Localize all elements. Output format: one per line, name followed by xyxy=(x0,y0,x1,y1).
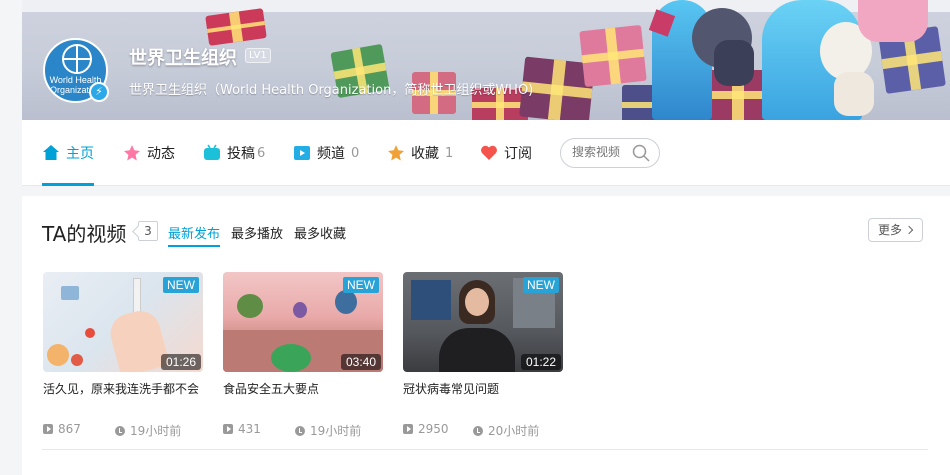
user-signature: 世界卫生组织（World Health Organization，简称世卫组织或… xyxy=(129,83,534,98)
tab-uploads[interactable]: 投稿 6 xyxy=(203,120,265,186)
more-label: 更多 xyxy=(878,223,903,237)
new-badge: NEW xyxy=(163,277,199,293)
channel-icon xyxy=(293,144,311,162)
video-duration: 01:26 xyxy=(160,354,201,370)
verified-badge-icon: ⚡ xyxy=(89,82,109,102)
sort-latest[interactable]: 最新发布 xyxy=(168,223,221,247)
section-divider xyxy=(42,449,928,450)
search-box xyxy=(560,138,660,168)
play-icon xyxy=(223,424,233,434)
videos-panel: TA的视频 3 最新发布 最多播放 最多收藏 更多 NEW 01:26 活久见，… xyxy=(22,196,950,475)
play-count: 2950 xyxy=(403,422,449,436)
favorite-icon xyxy=(387,144,405,162)
new-badge: NEW xyxy=(343,277,379,293)
search-icon[interactable] xyxy=(632,144,650,162)
tab-uploads-count: 6 xyxy=(257,145,266,161)
video-title[interactable]: 活久见，原来我连洗手都不会 xyxy=(43,380,199,397)
upload-time-value: 19小时前 xyxy=(310,424,362,438)
new-badge: NEW xyxy=(523,277,559,293)
play-count-value: 2950 xyxy=(418,422,449,436)
video-card[interactable]: NEW 01:26 活久见，原来我连洗手都不会 867 19小时前 xyxy=(43,272,203,438)
upload-time-value: 20小时前 xyxy=(488,424,540,438)
chevron-right-icon xyxy=(904,225,914,235)
tab-home[interactable]: 主页 xyxy=(42,120,94,186)
play-count-value: 431 xyxy=(238,422,261,436)
video-thumbnail[interactable]: NEW 01:22 xyxy=(403,272,563,372)
tab-favorites[interactable]: 收藏 1 xyxy=(387,120,453,186)
subscribe-icon xyxy=(480,144,498,162)
sort-most-played[interactable]: 最多播放 xyxy=(231,223,283,242)
tab-dynamic[interactable]: 动态 xyxy=(123,120,175,186)
video-count-badge: 3 xyxy=(138,221,158,241)
upload-time: 20小时前 xyxy=(473,422,539,439)
video-card[interactable]: NEW 03:40 食品安全五大要点 431 19小时前 xyxy=(223,272,383,438)
tab-uploads-label: 投稿 xyxy=(227,146,255,162)
level-badge: LV1 xyxy=(245,48,271,63)
play-count-value: 867 xyxy=(58,422,81,436)
user-name: 世界卫生组织 xyxy=(129,48,237,69)
play-count: 431 xyxy=(223,422,261,436)
clock-icon xyxy=(295,425,305,436)
upload-time-value: 19小时前 xyxy=(130,424,182,438)
sort-most-favorited[interactable]: 最多收藏 xyxy=(294,223,346,242)
tab-channels[interactable]: 频道 0 xyxy=(293,120,359,186)
more-button[interactable]: 更多 xyxy=(868,218,923,242)
video-thumbnail[interactable]: NEW 01:26 xyxy=(43,272,203,372)
video-title[interactable]: 冠状病毒常见问题 xyxy=(403,380,499,397)
tab-subscriptions[interactable]: 订阅 xyxy=(480,120,532,186)
clock-icon xyxy=(115,425,125,436)
search-input[interactable] xyxy=(572,145,632,159)
profile-nav: 主页 动态 投稿 6 频道 0 收藏 1 订阅 xyxy=(22,120,950,186)
tab-channels-count: 0 xyxy=(351,145,360,161)
section-title: TA的视频 xyxy=(42,222,127,246)
dynamic-icon xyxy=(123,144,141,162)
tab-channels-label: 频道 xyxy=(317,146,345,162)
play-icon xyxy=(403,424,413,434)
video-duration: 01:22 xyxy=(520,354,561,370)
tab-home-label: 主页 xyxy=(66,146,94,162)
video-duration: 03:40 xyxy=(340,354,381,370)
play-icon xyxy=(43,424,53,434)
tab-subscriptions-label: 订阅 xyxy=(504,146,532,162)
home-icon xyxy=(42,144,60,162)
upload-time: 19小时前 xyxy=(115,422,181,439)
tab-favorites-count: 1 xyxy=(445,145,454,161)
video-card[interactable]: NEW 01:22 冠状病毒常见问题 2950 20小时前 xyxy=(403,272,563,438)
tab-dynamic-label: 动态 xyxy=(147,146,175,162)
play-count: 867 xyxy=(43,422,81,436)
who-logo-icon xyxy=(62,44,92,74)
video-title[interactable]: 食品安全五大要点 xyxy=(223,380,319,397)
clock-icon xyxy=(473,425,483,436)
tab-favorites-label: 收藏 xyxy=(411,146,439,162)
video-thumbnail[interactable]: NEW 03:40 xyxy=(223,272,383,372)
profile-banner: World Health Organization ⚡ 世界卫生组织 LV1 世… xyxy=(22,0,950,120)
upload-time: 19小时前 xyxy=(295,422,361,439)
upload-icon xyxy=(203,144,221,162)
